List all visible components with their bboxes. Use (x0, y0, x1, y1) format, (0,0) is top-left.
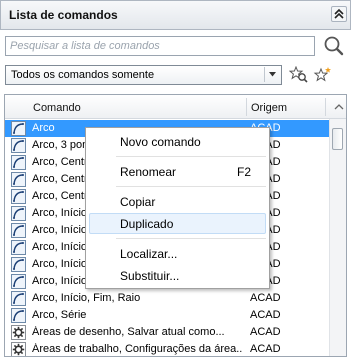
list-item[interactable]: Arco, Série ACAD (5, 307, 329, 324)
filter-select[interactable]: Todos os comandos somente (5, 65, 282, 85)
scrollbar-thumb[interactable] (332, 128, 343, 150)
list-header: Comando Origem (5, 95, 346, 119)
menu-item-copy[interactable]: Copiar (89, 191, 266, 212)
arc-icon (11, 240, 26, 255)
scroll-up-arrow-icon[interactable] (334, 103, 344, 111)
list-item[interactable]: Áreas de trabalho, Configurações da área… (5, 341, 329, 356)
search-icon (324, 36, 344, 56)
vertical-scrollbar[interactable] (329, 119, 346, 356)
command-origin: ACAD (250, 343, 281, 355)
menu-item-find[interactable]: Localizar... (89, 243, 266, 264)
arc-icon (11, 274, 26, 289)
gear-icon (11, 325, 26, 340)
command-origin: ACAD (250, 309, 281, 321)
list-item[interactable]: Arco, Início, Fim, Raio ACAD (5, 290, 329, 307)
column-divider[interactable] (325, 98, 326, 116)
column-divider[interactable] (246, 98, 247, 116)
new-star-icon[interactable] (313, 66, 333, 84)
context-menu: Novo comando Renomear F2 Copiar Duplicad… (85, 127, 270, 289)
arc-icon (11, 291, 26, 306)
menu-separator (116, 186, 266, 187)
menu-item-rename[interactable]: Renomear F2 (89, 161, 266, 182)
filter-star-search-icon[interactable] (288, 65, 309, 84)
arc-icon (11, 206, 26, 221)
search-button[interactable] (321, 33, 347, 59)
menu-item-replace[interactable]: Substituir... (89, 265, 266, 286)
double-chevron-up-icon (334, 8, 344, 19)
menu-separator (116, 238, 266, 239)
command-origin: ACAD (250, 292, 281, 304)
command-name: Áreas de trabalho, Configurações da área… (32, 343, 242, 355)
arc-icon (11, 121, 26, 136)
arc-icon (11, 223, 26, 238)
arc-icon (11, 189, 26, 204)
collapse-button[interactable] (331, 6, 347, 22)
command-origin: ACAD (250, 326, 281, 338)
menu-item-new-command[interactable]: Novo comando (89, 131, 266, 152)
column-header-origin[interactable]: Origem (251, 102, 287, 114)
arc-icon (11, 172, 26, 187)
column-header-command[interactable]: Comando (33, 102, 81, 114)
gear-icon (11, 342, 26, 356)
menu-separator (116, 156, 266, 157)
command-name: Arco, Série (32, 309, 87, 321)
arc-icon (11, 155, 26, 170)
arc-icon (11, 138, 26, 153)
arc-icon (11, 257, 26, 272)
menu-item-duplicate[interactable]: Duplicado (89, 213, 266, 234)
shortcut-label: F2 (237, 165, 252, 179)
list-item[interactable]: Áreas de desenho, Salvar atual como... AC… (5, 324, 329, 341)
command-name: Áreas de desenho, Salvar atual como... (32, 326, 225, 338)
arc-icon (11, 308, 26, 323)
search-input[interactable]: Pesquisar a lista de comandos (5, 36, 315, 56)
panel-title: Lista de comandos (9, 8, 118, 22)
command-name: Arco, Início, Fim, Raio (32, 292, 141, 304)
dropdown-arrow-icon[interactable] (264, 67, 279, 82)
